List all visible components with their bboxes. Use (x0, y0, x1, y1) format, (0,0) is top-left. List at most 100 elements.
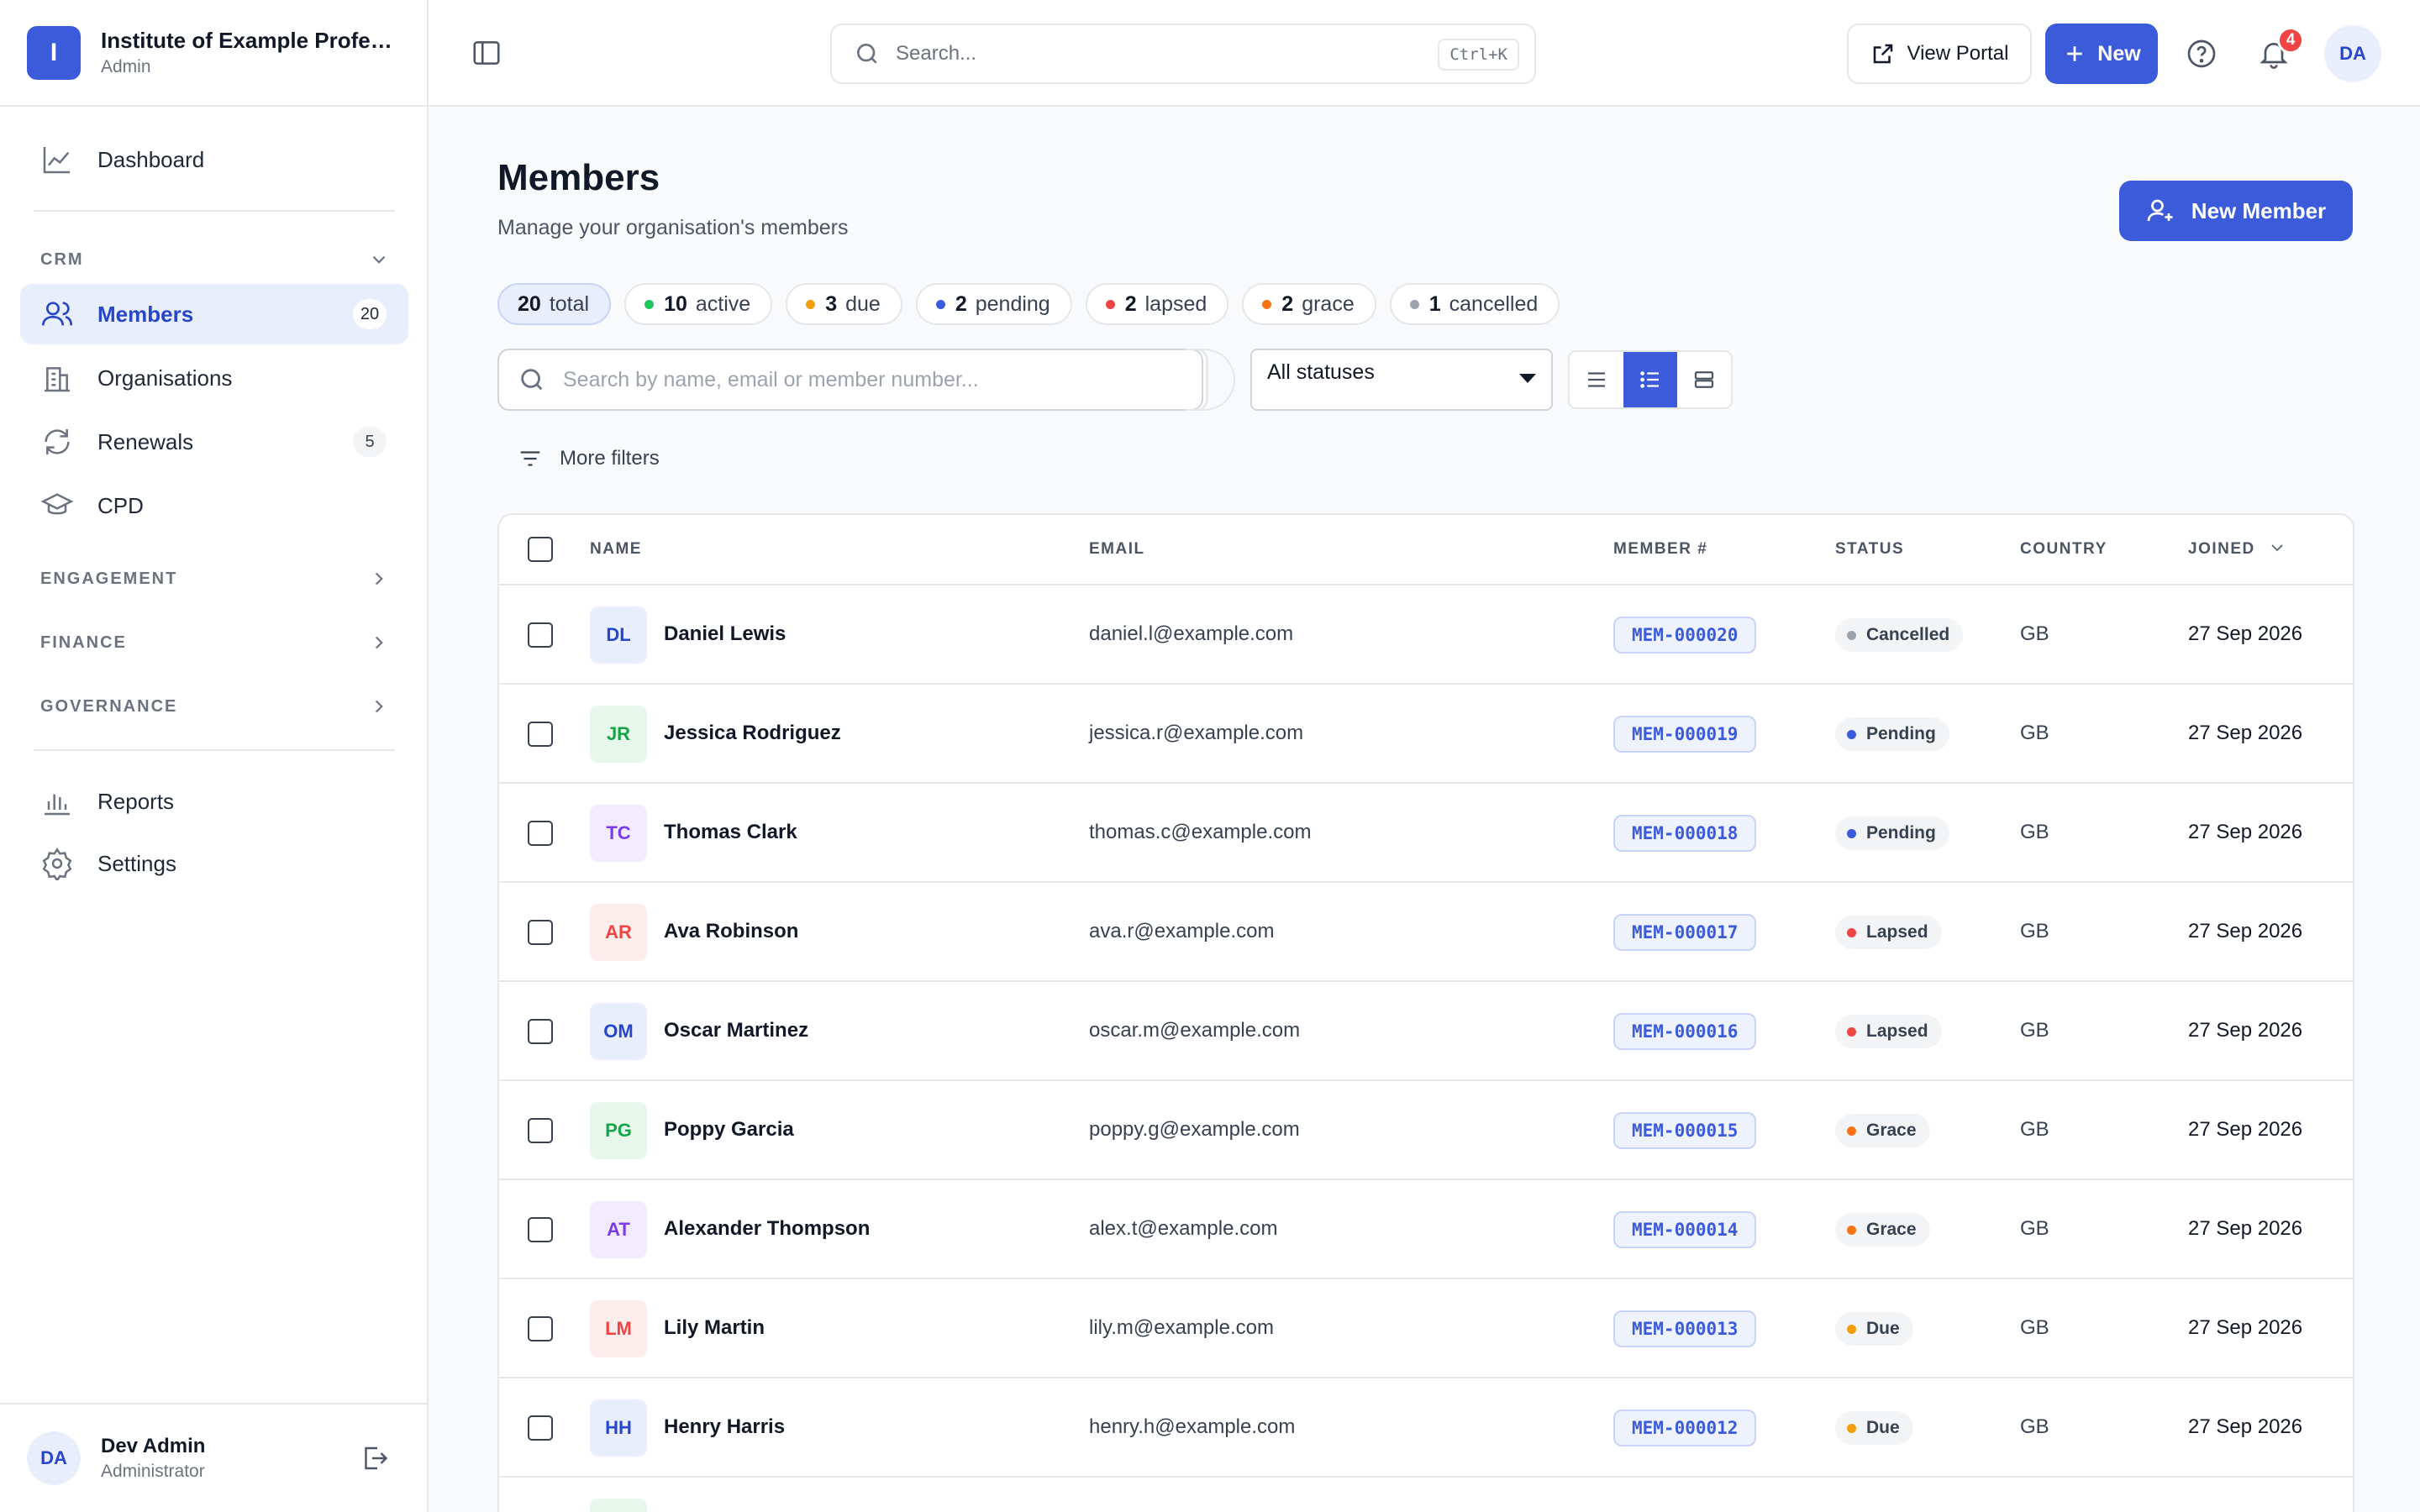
row-checkbox[interactable] (528, 622, 553, 648)
logout-icon[interactable] (360, 1443, 390, 1473)
row-checkbox[interactable] (528, 722, 553, 747)
status-filter-select[interactable]: All statuses (1250, 349, 1553, 411)
nav-settings[interactable]: Settings (20, 833, 408, 894)
chevron-down-icon (372, 255, 386, 264)
section-engagement-label: ENGAGEMENT (40, 569, 178, 588)
view-list-button[interactable] (1623, 352, 1677, 407)
view-compact-button[interactable] (1570, 352, 1623, 407)
view-cards-button[interactable] (1677, 352, 1731, 407)
column-email[interactable]: EMAIL (1089, 540, 1145, 559)
member-joined-date: 27 Sep 2026 (2188, 1415, 2303, 1438)
select-all-checkbox[interactable] (528, 537, 553, 562)
help-icon[interactable] (2185, 37, 2218, 71)
more-filters-button[interactable]: More filters (518, 446, 660, 471)
org-logo: I (27, 25, 81, 80)
nav-dashboard[interactable]: Dashboard (20, 129, 408, 190)
table-row[interactable]: AR Ava Robinson ava.r@example.com MEM-00001… (499, 883, 2353, 982)
section-governance[interactable]: GOVERNANCE (40, 696, 390, 717)
table-row[interactable]: JR Jessica Rodriguez jessica.r@example.com… (499, 685, 2353, 784)
nav-reports[interactable]: Reports (20, 771, 408, 832)
column-member-number[interactable]: MEMBER # (1613, 540, 1707, 559)
row-checkbox[interactable] (528, 821, 553, 846)
search-input-edge (1185, 349, 1235, 411)
member-name[interactable]: Oscar Martinez (664, 1019, 808, 1042)
member-joined-date: 27 Sep 2026 (2188, 1217, 2303, 1240)
status-summary: 20 total 10 active 3 due 2 pending 2 lapsed 2 grace… (497, 283, 1560, 325)
member-name[interactable]: Alexander Thompson (664, 1217, 870, 1241)
member-search-input[interactable]: Search by name, email or member number..… (497, 349, 1203, 411)
status-pill-label: active (695, 291, 751, 316)
search-icon (521, 369, 543, 391)
status-pill-label: lapsed (1144, 291, 1207, 316)
status-dot (1262, 299, 1272, 309)
table-row[interactable]: TC Thomas Clark thomas.c@example.com MEM-00… (499, 784, 2353, 883)
page-subtitle: Manage your organisation's members (497, 216, 849, 239)
row-checkbox[interactable] (528, 1415, 553, 1441)
member-name[interactable]: Henry Harris (664, 1415, 785, 1439)
new-member-button[interactable]: New Member (2119, 181, 2353, 241)
sidebar-toggle-icon[interactable] (471, 37, 502, 69)
table-row[interactable]: AT Alexander Thompson alex.t@example.com ME… (499, 1180, 2353, 1279)
table-row[interactable] (499, 1478, 2353, 1512)
table-row[interactable]: OM Oscar Martinez oscar.m@example.com MEM-0… (499, 982, 2353, 1081)
section-crm[interactable]: CRM (40, 249, 390, 270)
sort-down-icon (2271, 544, 2283, 552)
member-country: GB (2020, 622, 2049, 645)
nav-organisations[interactable]: Organisations (20, 348, 408, 408)
table-row[interactable]: HH Henry Harris henry.h@example.com MEM-000… (499, 1378, 2353, 1478)
row-checkbox[interactable] (528, 920, 553, 945)
section-finance[interactable]: FINANCE (40, 632, 390, 654)
status-pill-2[interactable]: 3 due (786, 283, 902, 325)
member-name[interactable]: Ava Robinson (664, 920, 798, 943)
member-joined-date: 27 Sep 2026 (2188, 1316, 2303, 1339)
view-portal-button[interactable]: View Portal (1847, 24, 2032, 84)
global-search-placeholder: Search... (896, 42, 977, 65)
section-engagement[interactable]: ENGAGEMENT (40, 568, 390, 590)
status-pill-0[interactable]: 20 total (497, 283, 612, 325)
status-pill-5[interactable]: 2 grace (1242, 283, 1376, 325)
nav-members[interactable]: Members 20 (20, 284, 408, 344)
member-email: oscar.m@example.com (1089, 1019, 1301, 1042)
member-country: GB (2020, 821, 2049, 843)
status-pill-count: 3 (825, 291, 838, 316)
refresh-icon (45, 429, 70, 454)
graduation-cap-icon (40, 493, 74, 515)
global-search-input[interactable]: Search... Ctrl+K (830, 24, 1536, 84)
new-button[interactable]: New (2045, 24, 2158, 84)
table-row[interactable]: DL Daniel Lewis daniel.l@example.com MEM-00… (499, 585, 2353, 685)
table-row[interactable]: PG Poppy Garcia poppy.g@example.com MEM-000… (499, 1081, 2353, 1180)
column-country[interactable]: COUNTRY (2020, 540, 2107, 559)
member-number-badge: MEM-000016 (1613, 1013, 1757, 1050)
org-switcher[interactable]: I Institute of Example Professionals Adm… (0, 0, 427, 107)
bar-chart-icon (45, 794, 70, 816)
row-checkbox[interactable] (528, 1217, 553, 1242)
status-pill-3[interactable]: 2 pending (915, 283, 1072, 325)
column-name[interactable]: NAME (590, 540, 642, 559)
page-title: Members (497, 157, 660, 198)
member-avatar: HH (590, 1399, 647, 1457)
member-name[interactable]: Jessica Rodriguez (664, 722, 841, 745)
member-email: alex.t@example.com (1089, 1217, 1278, 1240)
member-email: daniel.l@example.com (1089, 622, 1294, 645)
nav-renewals[interactable]: Renewals 5 (20, 412, 408, 472)
sidebar-divider (34, 210, 395, 212)
status-pill-4[interactable]: 2 lapsed (1085, 283, 1229, 325)
user-menu-avatar[interactable]: DA (2324, 25, 2381, 82)
column-joined[interactable]: JOINED (2188, 540, 2287, 559)
member-name[interactable]: Poppy Garcia (664, 1118, 794, 1142)
nav-cpd[interactable]: CPD (20, 475, 408, 536)
status-pill-1[interactable]: 10 active (624, 283, 773, 325)
row-checkbox[interactable] (528, 1019, 553, 1044)
table-row[interactable]: LM Lily Martin lily.m@example.com MEM-00001… (499, 1279, 2353, 1378)
status-pill-label: cancelled (1449, 291, 1539, 316)
row-checkbox[interactable] (528, 1118, 553, 1143)
status-dot (1847, 1324, 1856, 1334)
row-checkbox[interactable] (528, 1316, 553, 1341)
column-status[interactable]: STATUS (1835, 540, 1904, 559)
status-pill-6[interactable]: 1 cancelled (1389, 283, 1560, 325)
member-name[interactable]: Daniel Lewis (664, 622, 786, 646)
nav-reports-label: Reports (97, 788, 175, 814)
member-name[interactable]: Lily Martin (664, 1316, 765, 1340)
member-name[interactable]: Thomas Clark (664, 821, 797, 844)
list-icon (1640, 371, 1659, 388)
